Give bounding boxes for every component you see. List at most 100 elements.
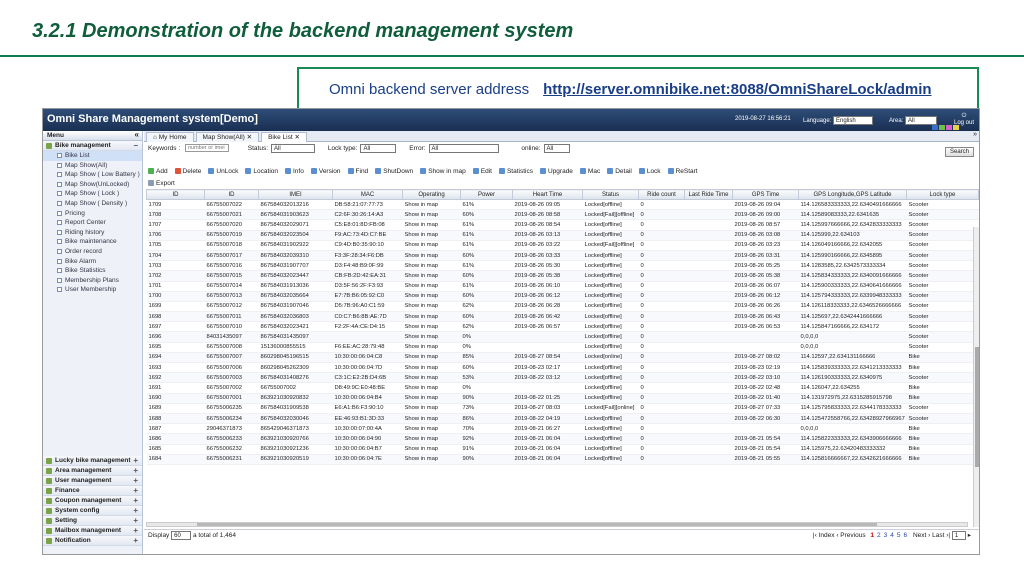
table-row[interactable]: 1697 66755007010 867584032023421 F2:2F:4A:C… <box>146 321 979 333</box>
expand-plus-icon[interactable]: + <box>133 496 138 506</box>
sidebar-item[interactable]: Report Center <box>43 218 142 228</box>
page-number-link[interactable]: 6 <box>904 532 908 539</box>
toolbar-button[interactable]: Mac <box>579 166 600 178</box>
tab-menu-icon[interactable]: » <box>973 131 977 138</box>
column-header[interactable]: Operating <box>402 189 461 200</box>
table-row[interactable]: 1702 66755007015 867584032023447 CB:FB:2D:4… <box>146 270 979 282</box>
toolbar-button[interactable]: Edit <box>472 166 492 178</box>
table-cell[interactable]: Show in map <box>402 270 461 282</box>
sidebar-item[interactable]: Map Show(UnLocked) <box>43 180 142 190</box>
toolbar-button[interactable]: Info <box>285 166 304 178</box>
collapse-icon[interactable]: « <box>135 130 139 140</box>
table-cell[interactable]: Show in map <box>402 291 461 302</box>
toolbar-button[interactable]: Location <box>245 166 278 178</box>
last-link[interactable]: Last ›| <box>932 532 950 539</box>
table-cell[interactable]: Show in map <box>402 331 461 343</box>
table-cell[interactable]: Show in map <box>402 250 461 262</box>
column-header[interactable]: Power <box>460 189 513 200</box>
vertical-scrollbar[interactable] <box>973 227 979 527</box>
sidebar-group[interactable]: Finance + <box>43 486 142 496</box>
toolbar-button[interactable]: ReStart <box>667 166 698 178</box>
table-cell[interactable]: Show in map <box>402 423 461 435</box>
table-cell[interactable]: Show in map <box>402 230 461 241</box>
sidebar-item[interactable]: Membership Plans <box>43 276 142 286</box>
table-row[interactable]: 1692 66755007003 867584031408276 C3:1C:E2:2… <box>146 372 979 384</box>
table-row[interactable]: 1690 66755007001 863921030920832 10:30:00:0… <box>146 393 979 404</box>
error-select[interactable]: All <box>428 143 499 153</box>
sidebar-group[interactable]: User management + <box>43 476 142 486</box>
table-row[interactable]: 1686 66755006233 863921030920766 10:30:00:0… <box>146 433 979 445</box>
toolbar-button[interactable]: Lock <box>638 166 661 178</box>
table-cell[interactable]: Show in map <box>402 321 461 333</box>
status-select[interactable]: All <box>271 143 316 153</box>
export-button[interactable]: Export <box>148 178 175 189</box>
table-cell[interactable]: Show in map <box>402 260 461 272</box>
table-cell[interactable]: Show in map <box>402 444 461 455</box>
keywords-input[interactable]: number or imei <box>184 144 229 153</box>
index-link[interactable]: |‹ Index <box>813 532 835 539</box>
sidebar-item[interactable]: Bike Alarm <box>43 257 142 267</box>
table-cell[interactable]: Show in map <box>402 382 461 394</box>
language-selector[interactable]: Language: English <box>803 116 874 125</box>
column-header[interactable]: Last Ride Time <box>684 189 733 200</box>
toolbar-button[interactable]: Show in map <box>420 166 466 178</box>
sidebar-item[interactable]: Order record <box>43 247 142 257</box>
table-row[interactable]: 1684 66755006231 863921030920519 10:30:00:0… <box>146 454 979 465</box>
sidebar-group-bike-management[interactable]: Bike management − <box>43 141 142 151</box>
table-cell[interactable]: Show in map <box>402 209 461 221</box>
table-cell[interactable]: Show in map <box>402 362 461 374</box>
toolbar-button[interactable]: Add <box>148 166 168 178</box>
expand-plus-icon[interactable]: + <box>133 536 138 546</box>
table-row[interactable]: 1706 66755007019 867584032023504 F9:AC:73:4… <box>146 230 979 241</box>
expand-plus-icon[interactable]: + <box>133 526 138 536</box>
table-cell[interactable]: Show in map <box>402 413 461 425</box>
sidebar-item[interactable]: Map Show ( Density ) <box>43 199 142 209</box>
table-cell[interactable]: Show in map <box>402 393 461 404</box>
next-link[interactable]: Next › <box>913 532 930 539</box>
sidebar-item[interactable]: Pricing <box>43 209 142 219</box>
table-row[interactable]: 1699 66755007012 867584031907046 D5:7B:96:A… <box>146 301 979 313</box>
area-select[interactable]: All <box>905 116 938 125</box>
sidebar-group[interactable]: Lucky bike management + <box>43 456 142 466</box>
table-row[interactable]: 1685 66755006232 863921030921236 10:30:00:0… <box>146 444 979 455</box>
toolbar-button[interactable]: ShutDown <box>375 166 413 178</box>
column-header[interactable]: ID <box>204 189 259 200</box>
table-row[interactable]: 1688 66755006234 867584032030046 EE:46:93:B… <box>146 413 979 425</box>
sidebar-item[interactable]: Map Show ( Lock ) <box>43 189 142 199</box>
tab-bike-list[interactable]: Bike List ✕ <box>261 132 307 142</box>
toolbar-button[interactable]: UnLock <box>208 166 238 178</box>
online-select[interactable]: All <box>543 143 570 153</box>
sidebar-item[interactable]: User Membership <box>43 285 142 295</box>
page-number-link[interactable]: 1 <box>870 532 874 539</box>
table-row[interactable]: 1709 66755007022 867584032013216 DB:58:21:0… <box>146 199 979 211</box>
expand-plus-icon[interactable]: + <box>133 476 138 486</box>
table-cell[interactable]: Show in map <box>402 281 461 292</box>
sidebar-item[interactable]: Bike maintenance <box>43 237 142 247</box>
table-row[interactable]: 1694 66755007007 860298045196515 10:30:00:0… <box>146 352 979 364</box>
table-cell[interactable]: Show in map <box>402 199 461 211</box>
table-row[interactable]: 1707 66755007020 867584032029071 C5:E8:01:8… <box>146 219 979 231</box>
toolbar-button[interactable]: Statistics <box>498 166 533 178</box>
table-row[interactable]: 1696 84031435097 867584031435097 Show in ma… <box>146 331 979 343</box>
page-number-link[interactable]: 5 <box>897 532 901 539</box>
sidebar-group[interactable]: Notification + <box>43 536 142 546</box>
column-header[interactable]: Status <box>582 189 639 200</box>
expand-plus-icon[interactable]: + <box>133 466 138 476</box>
locktype-select[interactable]: All <box>360 143 397 153</box>
expand-plus-icon[interactable]: + <box>133 456 138 466</box>
table-cell[interactable]: Show in map <box>402 342 461 353</box>
sidebar-item[interactable]: Bike List <box>43 151 142 161</box>
table-cell[interactable]: Show in map <box>402 301 461 313</box>
table-row[interactable]: 1708 66755007021 867584031903623 C2:6F:30:2… <box>146 209 979 221</box>
sidebar-group[interactable]: Coupon management + <box>43 496 142 506</box>
sidebar-item[interactable]: Riding history <box>43 228 142 238</box>
expand-plus-icon[interactable]: + <box>133 506 138 516</box>
column-header[interactable]: MAC <box>332 189 403 200</box>
sidebar-group[interactable]: Setting + <box>43 516 142 526</box>
table-row[interactable]: 1705 66755007018 867584031902922 C9:4D:B0:3… <box>146 240 979 251</box>
theme-swatches[interactable] <box>932 125 959 130</box>
table-cell[interactable]: Show in map <box>402 352 461 364</box>
table-row[interactable]: 1695 66755007008 15136000855515 F6:EE:AC:28… <box>146 342 979 353</box>
collapse-minus-icon[interactable]: − <box>133 141 138 151</box>
expand-plus-icon[interactable]: + <box>133 516 138 526</box>
